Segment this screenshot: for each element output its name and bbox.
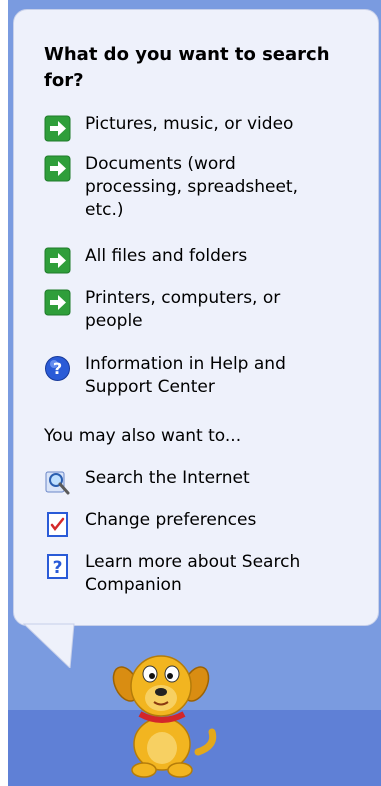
green-arrow-icon	[44, 115, 71, 142]
search-internet-link[interactable]: Search the Internet	[44, 467, 355, 496]
search-printers-label: Printers, computers, or people	[85, 288, 281, 331]
page-title: What do you want to search for?	[44, 44, 330, 91]
search-help-center-link[interactable]: ? Information in Help and Support Center	[44, 353, 335, 399]
svg-text:?: ?	[53, 558, 63, 578]
speech-bubble-tail	[22, 623, 75, 668]
search-all-files-label: All files and folders	[85, 246, 248, 266]
green-arrow-icon	[44, 155, 71, 182]
learn-more-link[interactable]: ? Learn more about Search Companion	[44, 551, 345, 597]
search-dog-character[interactable]	[100, 644, 230, 782]
search-documents-label: Documents (word processing, spreadsheet,…	[85, 154, 298, 220]
green-arrow-icon	[44, 289, 71, 316]
search-help-center-label: Information in Help and Support Center	[85, 354, 286, 397]
svg-text:?: ?	[53, 359, 62, 378]
also-heading: You may also want to...	[44, 426, 242, 446]
change-preferences-label: Change preferences	[85, 510, 257, 530]
search-all-files-link[interactable]: All files and folders	[44, 245, 355, 274]
search-pictures-label: Pictures, music, or video	[85, 114, 294, 134]
help-question-icon: ?	[45, 356, 70, 381]
green-arrow-icon	[44, 247, 71, 274]
search-magnifier-icon	[45, 471, 70, 495]
search-printers-link[interactable]: Printers, computers, or people	[44, 287, 330, 333]
checklist-icon	[47, 512, 68, 537]
search-internet-label: Search the Internet	[85, 468, 250, 488]
question-doc-icon: ?	[47, 554, 68, 579]
search-pictures-link[interactable]: Pictures, music, or video	[44, 113, 355, 142]
learn-more-label: Learn more about Search Companion	[85, 552, 301, 595]
search-documents-link[interactable]: Documents (word processing, spreadsheet,…	[44, 153, 335, 222]
change-preferences-link[interactable]: Change preferences	[44, 509, 355, 538]
